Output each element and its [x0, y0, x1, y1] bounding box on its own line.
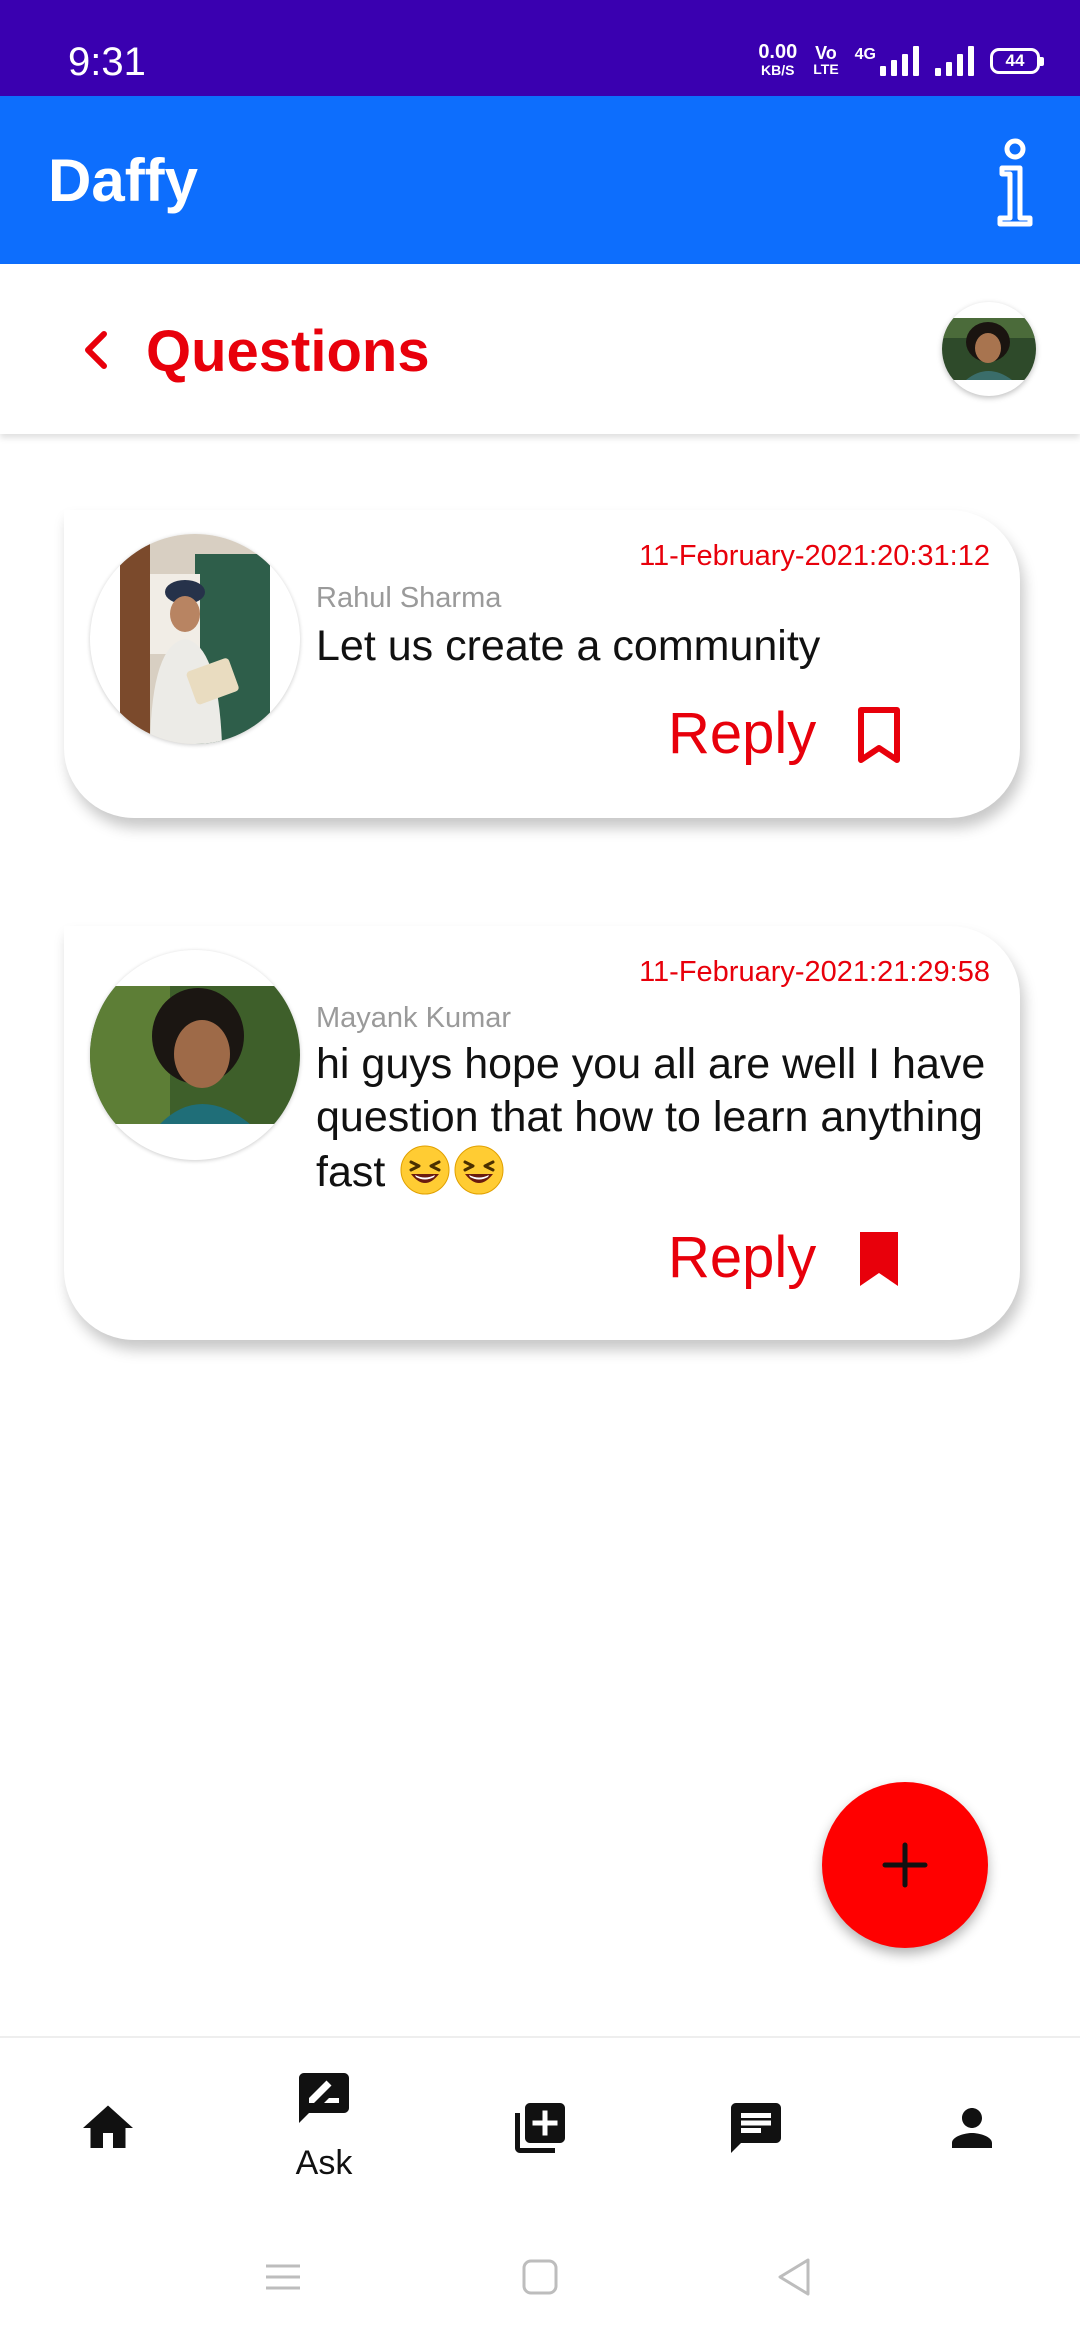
network-speed: 0.00 KB/S	[758, 41, 798, 79]
add-question-button[interactable]	[822, 1782, 988, 1948]
edit-chat-icon	[299, 2073, 349, 2123]
bookmark-filled-icon[interactable]	[856, 1230, 902, 1288]
laughing-face-emoji-icon	[454, 1145, 504, 1195]
question-author: Mayank Kumar	[316, 1002, 512, 1034]
signal-4g: 4G	[855, 46, 919, 76]
add-library-icon	[515, 2103, 565, 2153]
system-nav-bar	[0, 2214, 1080, 2340]
battery-level: 44	[1005, 51, 1025, 70]
reply-button[interactable]: Reply	[668, 700, 816, 767]
menu-icon[interactable]	[258, 2252, 308, 2302]
question-author: Rahul Sharma	[316, 582, 502, 614]
home-icon	[83, 2105, 133, 2148]
back-triangle-icon[interactable]	[770, 2252, 820, 2302]
question-text: hi guys hope you all are well I have que…	[316, 1038, 996, 1199]
question-card[interactable]: 11-February-2021:20:31:12 Rahul Sharma L…	[64, 510, 1020, 818]
question-timestamp: 11-February-2021:21:29:58	[639, 956, 990, 988]
signal-strength-2-icon	[935, 46, 974, 76]
nav-messages[interactable]	[648, 2038, 864, 2216]
volte-bottom: LTE	[813, 61, 839, 77]
volte-indicator: Vo LTE	[813, 43, 839, 77]
nav-profile[interactable]	[864, 2038, 1080, 2216]
page-header: Questions	[0, 264, 1080, 434]
volte-top: Vo	[815, 43, 837, 63]
reply-button[interactable]: Reply	[668, 1224, 816, 1291]
status-time: 9:31	[68, 40, 146, 84]
bottom-nav: Ask	[0, 2036, 1080, 2214]
nav-add[interactable]	[432, 2038, 648, 2216]
page-title: Questions	[146, 319, 430, 384]
network-speed-unit: KB/S	[761, 62, 795, 78]
screen: 9:31 0.00 KB/S Vo LTE 4G 44 Daffy Questi…	[0, 0, 1080, 2340]
home-square-icon[interactable]	[515, 2252, 565, 2302]
bookmark-outline-icon[interactable]	[856, 706, 902, 764]
network-type: 4G	[854, 46, 876, 63]
question-card[interactable]: 11-February-2021:21:29:58 Mayank Kumar h…	[64, 926, 1020, 1340]
user-avatar[interactable]	[942, 302, 1036, 396]
app-bar: Daffy	[0, 96, 1080, 264]
message-icon	[731, 2103, 781, 2153]
network-speed-value: 0.00	[758, 41, 798, 63]
nav-ask[interactable]: Ask	[216, 2038, 432, 2216]
signal-strength-icon	[880, 46, 919, 76]
app-title: Daffy	[48, 147, 199, 214]
status-bar: 9:31 0.00 KB/S Vo LTE 4G 44	[0, 0, 1080, 96]
author-avatar[interactable]	[90, 534, 300, 744]
question-timestamp: 11-February-2021:20:31:12	[639, 540, 990, 572]
author-avatar[interactable]	[90, 950, 300, 1160]
person-icon	[952, 2108, 992, 2148]
status-icons: 0.00 KB/S Vo LTE 4G 44	[758, 36, 1044, 86]
chevron-left-icon[interactable]	[76, 326, 116, 374]
battery-icon: 44	[990, 48, 1044, 74]
info-icon[interactable]	[992, 138, 1038, 228]
question-text: Let us create a community	[316, 622, 821, 670]
nav-ask-label: Ask	[295, 2144, 353, 2182]
laughing-face-emoji-icon	[400, 1145, 450, 1195]
plus-icon	[882, 1842, 928, 1888]
nav-home[interactable]	[0, 2038, 216, 2216]
